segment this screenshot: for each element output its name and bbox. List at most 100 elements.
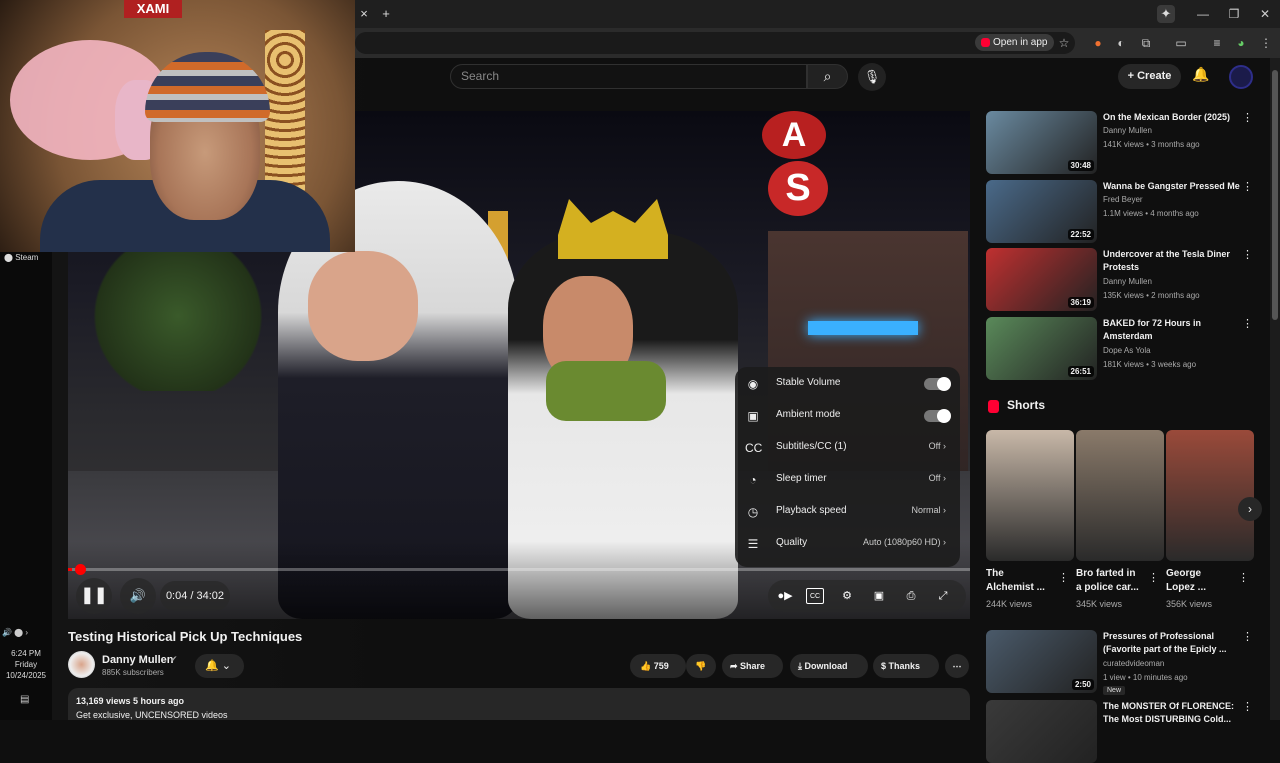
video-thumbnail[interactable]: 2:50 <box>986 630 1097 693</box>
video-thumbnail[interactable]: 22:52 <box>986 180 1097 243</box>
settings-toggle[interactable] <box>924 377 951 391</box>
fullscreen-icon[interactable]: ⤢ <box>934 588 952 604</box>
scrollbar-thumb[interactable] <box>1272 70 1278 320</box>
settings-row[interactable]: ▣ Ambient mode <box>735 400 960 432</box>
search-input[interactable]: Search <box>450 64 807 89</box>
recommended-video[interactable]: 22:52 Wanna be Gangster Pressed Me Fred … <box>986 180 1256 243</box>
more-options-icon[interactable]: ⋮ <box>1242 630 1253 643</box>
scrubber-handle[interactable] <box>75 564 86 575</box>
green-collar <box>546 361 666 421</box>
recommended-title[interactable]: Wanna be Gangster Pressed Me <box>1103 180 1243 193</box>
browser-menu-icon[interactable]: ⋮ <box>1258 35 1274 51</box>
recommended-title[interactable]: Pressures of Professional (Favorite part… <box>1103 630 1243 656</box>
recommended-channel[interactable]: Danny Mullen <box>1103 277 1152 286</box>
like-button[interactable]: 👍 759 <box>630 654 686 678</box>
short-title[interactable]: Bro farted in a police car... <box>1076 567 1139 595</box>
video-duration: 26:51 <box>1067 366 1094 377</box>
right-controls: ●▶ CC ⚙ ▣ ⎙ ⤢ <box>768 580 966 612</box>
recommended-video[interactable]: 26:51 BAKED for 72 Hours in Amsterdam Do… <box>986 317 1256 380</box>
settings-toggle[interactable] <box>924 409 951 423</box>
video-thumbnail[interactable]: 36:19 <box>986 248 1097 311</box>
short-title[interactable]: George Lopez ... <box>1166 567 1206 595</box>
share-button[interactable]: ➦ Share <box>722 654 783 678</box>
video-thumbnail[interactable]: 30:48 <box>986 111 1097 174</box>
media-controls-icon[interactable]: ≡ <box>1209 35 1225 51</box>
gemini-icon[interactable]: ✦ <box>1157 5 1175 23</box>
thanks-label: Thanks <box>888 661 921 671</box>
video-thumbnail[interactable]: 26:51 <box>986 317 1097 380</box>
more-options-icon[interactable]: ⋮ <box>1242 317 1253 330</box>
recommended-video[interactable]: 36:19 Undercover at the Tesla Diner Prot… <box>986 248 1256 311</box>
more-actions-icon[interactable]: ⋯ <box>945 654 969 678</box>
settings-row[interactable]: ◉ Stable Volume <box>735 368 960 400</box>
recommended-video[interactable]: 2:50 Pressures of Professional (Favorite… <box>986 630 1256 695</box>
bookmark-star-icon[interactable]: ☆ <box>1056 35 1072 51</box>
settings-row[interactable]: ◷ Playback speed Normal › <box>735 496 960 528</box>
taskbar-clock[interactable]: 6:24 PM Friday 10/24/2025 <box>0 648 52 681</box>
notifications-bell-icon[interactable]: 🔔 <box>1190 66 1212 88</box>
recommended-video[interactable]: 30:48 On the Mexican Border (2025) Danny… <box>986 111 1256 174</box>
channel-avatar[interactable] <box>68 651 95 678</box>
thanks-button[interactable]: $ Thanks <box>873 654 939 678</box>
settings-label: Stable Volume <box>776 377 841 388</box>
window-close-icon[interactable]: ✕ <box>1254 5 1276 23</box>
short-more-icon[interactable]: ⋮ <box>1058 571 1069 584</box>
settings-gear-icon[interactable]: ⚙ <box>838 588 856 604</box>
more-options-icon[interactable]: ⋮ <box>1242 180 1253 193</box>
download-button[interactable]: ⤓ Download <box>790 654 868 678</box>
shorts-next-arrow-icon[interactable]: › <box>1238 497 1262 521</box>
system-tray-icons[interactable]: 🔊 ⬤ › <box>2 628 28 637</box>
recommended-title[interactable]: On the Mexican Border (2025) <box>1103 111 1243 124</box>
recommended-channel[interactable]: Fred Beyer <box>1103 195 1143 204</box>
recommended-channel[interactable]: curatedvideoman <box>1103 659 1164 668</box>
short-more-icon[interactable]: ⋮ <box>1148 571 1159 584</box>
progress-bar[interactable] <box>68 564 970 575</box>
short-more-icon[interactable]: ⋮ <box>1238 571 1249 584</box>
short-title[interactable]: The Alchemist ... <box>986 567 1045 595</box>
settings-row[interactable]: ◔ Sleep timer Off › <box>735 464 960 496</box>
pause-button[interactable]: ❚❚ <box>76 578 112 614</box>
open-in-app-button[interactable]: Open in app <box>975 34 1054 51</box>
close-tab-icon[interactable]: × <box>355 5 373 23</box>
short-thumbnail[interactable] <box>1076 430 1164 561</box>
profile-icon[interactable]: ◕ <box>1233 35 1249 51</box>
volume-button[interactable]: 🔊 <box>120 578 156 614</box>
omnibox[interactable] <box>355 32 1075 54</box>
more-options-icon[interactable]: ⋮ <box>1242 111 1253 124</box>
recommended-title[interactable]: BAKED for 72 Hours in Amsterdam <box>1103 317 1243 343</box>
short-thumbnail[interactable] <box>1166 430 1254 561</box>
minimize-icon[interactable]: — <box>1192 5 1214 23</box>
short-thumbnail[interactable] <box>986 430 1074 561</box>
more-options-icon[interactable]: ⋮ <box>1242 248 1253 261</box>
recommended-channel[interactable]: Danny Mullen <box>1103 126 1152 135</box>
recommended-channel[interactable]: Dope As Yola <box>1103 346 1151 355</box>
subtitles-button-icon[interactable]: CC <box>806 588 824 604</box>
new-tab-icon[interactable]: + <box>377 5 395 23</box>
extension-icon[interactable]: ● <box>1090 35 1106 51</box>
video-thumbnail[interactable] <box>986 700 1097 763</box>
more-options-icon[interactable]: ⋮ <box>1242 700 1253 713</box>
create-button[interactable]: + Create <box>1118 64 1181 89</box>
dislike-button[interactable]: 👎 <box>686 654 716 678</box>
miniplayer-icon[interactable]: ▣ <box>870 588 888 604</box>
channel-name[interactable]: Danny Mullen <box>102 654 174 666</box>
settings-row[interactable]: CC Subtitles/CC (1) Off › <box>735 432 960 464</box>
cast-tab-icon[interactable]: ▭ <box>1173 35 1189 51</box>
notification-center-icon[interactable]: ▤ <box>20 694 29 705</box>
restore-icon[interactable]: ❐ <box>1223 5 1245 23</box>
autoplay-toggle-icon[interactable]: ●▶ <box>776 588 794 604</box>
account-avatar[interactable] <box>1229 65 1253 89</box>
recommended-video[interactable]: The MONSTER Of FLORENCE: The Most DISTUR… <box>986 700 1256 763</box>
steam-taskbar-item[interactable]: ⬤ Steam <box>4 253 38 262</box>
recommended-meta: 135K views • 2 months ago <box>1103 291 1200 300</box>
cast-icon[interactable]: ⎙ <box>902 588 920 604</box>
extension-icon[interactable]: ◐ <box>1113 35 1129 51</box>
puzzle-icon[interactable]: ⧉ <box>1138 35 1154 51</box>
settings-row[interactable]: ☰ Quality Auto (1080p60 HD) › <box>735 528 960 560</box>
search-icon[interactable]: ⌕ <box>807 64 848 89</box>
subscribed-bell-button[interactable]: 🔔 ⌄ <box>195 654 244 678</box>
microphone-icon[interactable]: 🎙 <box>858 63 886 91</box>
recommended-meta: 181K views • 3 weeks ago <box>1103 360 1197 369</box>
recommended-title[interactable]: The MONSTER Of FLORENCE: The Most DISTUR… <box>1103 700 1243 726</box>
recommended-title[interactable]: Undercover at the Tesla Diner Protests <box>1103 248 1243 274</box>
